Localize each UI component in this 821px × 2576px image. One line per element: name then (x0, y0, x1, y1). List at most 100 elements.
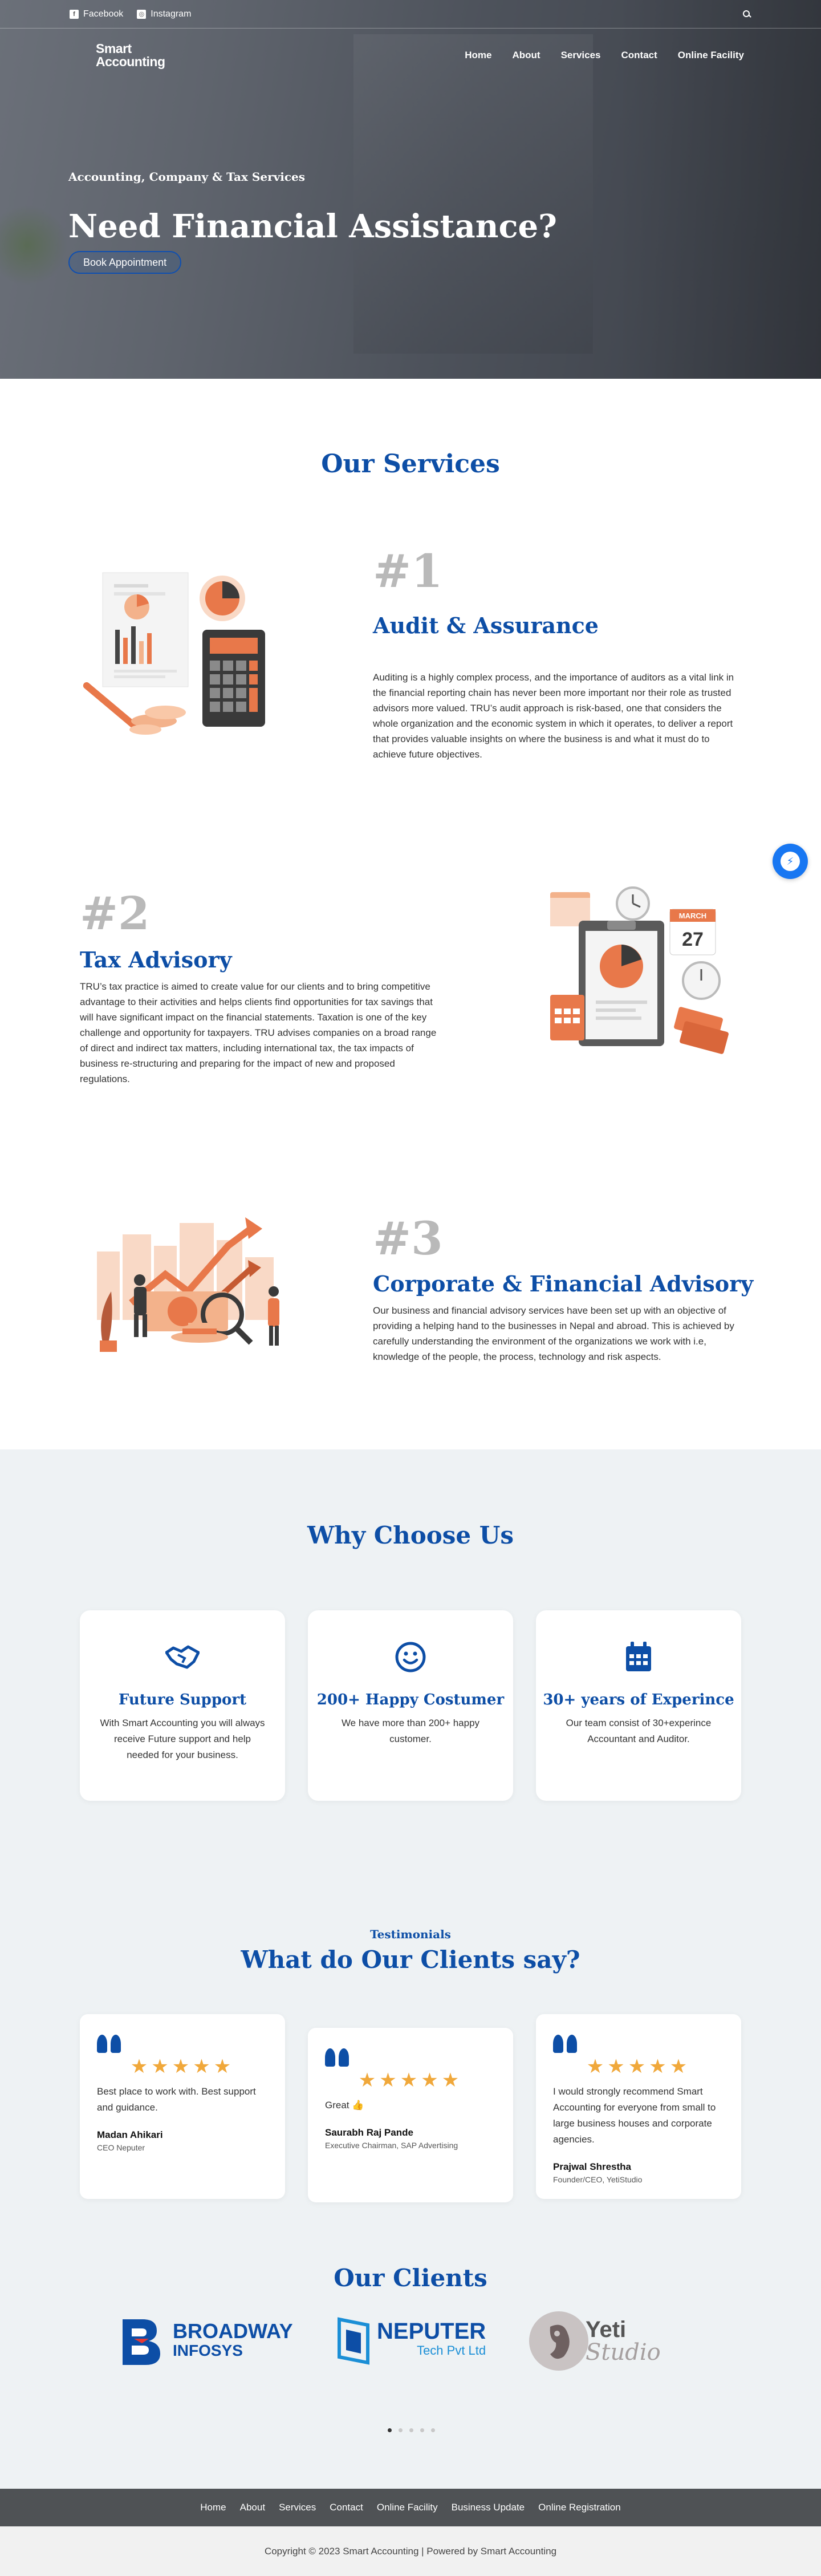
clients-title: Our Clients (334, 2264, 487, 2292)
hero-title: Need Financial Assistance? (68, 208, 557, 245)
carousel-dot[interactable] (431, 2428, 435, 2432)
main-nav: Smart Accounting Home About Services Con… (0, 41, 821, 70)
carousel-dot[interactable] (420, 2428, 424, 2432)
footer-link-business-update[interactable]: Business Update (452, 2502, 525, 2513)
service-number-1: #1 (373, 544, 443, 598)
footer-nav: Home About Services Contact Online Facil… (0, 2489, 821, 2526)
carousel-dot[interactable] (388, 2428, 392, 2432)
feature-card-customers: 200+ Happy Costumer We have more than 20… (308, 1610, 513, 1801)
service-title-3: Corporate & Financial Advisory (373, 1271, 754, 1297)
footer-link-home[interactable]: Home (200, 2502, 226, 2513)
service-number-3: #3 (373, 1212, 443, 1265)
testimonial-card: ★★★★★ Great 👍 Saurabh Raj Pande Executiv… (308, 2028, 513, 2202)
feature-title: 30+ years of Experince (543, 1691, 734, 1708)
site-logo[interactable]: Smart Accounting (96, 42, 165, 68)
service-title-2: Tax Advisory (80, 947, 232, 973)
logo-line-1: Smart (96, 41, 132, 56)
footer-link-about[interactable]: About (240, 2502, 265, 2513)
footer-copyright: Copyright © 2023 Smart Accounting | Powe… (0, 2526, 821, 2576)
service-title-1: Audit & Assurance (373, 613, 599, 638)
top-bar: f Facebook ◎ Instagram (0, 0, 821, 29)
smile-icon (393, 1640, 428, 1674)
facebook-label: Facebook (83, 9, 124, 19)
nav-item-online-facility[interactable]: Online Facility (678, 50, 744, 61)
service-text-3: Our business and financial advisory serv… (373, 1305, 734, 1362)
hero-background-plant (0, 205, 68, 285)
hero-background-shade (353, 34, 593, 354)
hero-section: f Facebook ◎ Instagram Smart Accounting … (0, 0, 821, 379)
testimonial-role: CEO Neputer (97, 2143, 145, 2152)
testimonial-quote: I would strongly recommend Smart Account… (553, 2086, 716, 2145)
calendar-icon (621, 1640, 656, 1674)
facebook-icon: f (70, 9, 79, 19)
yeti-suffix: Studio (586, 2339, 661, 2366)
feature-title: Future Support (118, 1691, 247, 1708)
carousel-dots (388, 2428, 435, 2432)
quote-icon (325, 2048, 350, 2067)
footer-link-online-registration[interactable]: Online Registration (538, 2502, 621, 2513)
broadway-logo-mark (123, 2319, 160, 2365)
testimonial-card: ★★★★★ I would strongly recommend Smart A… (536, 2014, 741, 2199)
footer-link-online-facility[interactable]: Online Facility (377, 2502, 438, 2513)
calendar-day: 27 (682, 929, 704, 950)
messenger-chat-button[interactable]: ⚡ (773, 844, 808, 879)
calendar-month: MARCH (679, 912, 706, 920)
nav-item-contact[interactable]: Contact (621, 50, 657, 61)
footer-link-services[interactable]: Services (279, 2502, 316, 2513)
testimonials-title: What do Our Clients say? (241, 1946, 580, 1974)
tax-illustration: MARCH 27 (550, 886, 729, 1054)
audit-illustration (83, 572, 265, 735)
neputer-logo-mark (338, 2317, 369, 2365)
testimonial-name: Saurabh Raj Pande (325, 2127, 413, 2138)
broadway-suffix: INFOSYS (173, 2342, 243, 2359)
feature-text: We have more than 200+ happy customer. (341, 1718, 480, 1744)
quote-icon (97, 2035, 122, 2053)
rating-stars: ★★★★★ (358, 2069, 463, 2091)
testimonials-eyebrow: Testimonials (370, 1927, 451, 1941)
hero-subtitle: Accounting, Company & Tax Services (68, 170, 305, 184)
testimonial-role: Executive Chairman, SAP Advertising (325, 2141, 458, 2150)
carousel-dot[interactable] (399, 2428, 403, 2432)
why-section: Why Choose Us Future Support With Smart … (0, 1449, 821, 2489)
advisory-illustration (97, 1217, 279, 1352)
feature-card-experience: 30+ years of Experince Our team consist … (536, 1610, 741, 1801)
client-logo-yeti-studio[interactable]: Yeti Studio (527, 2310, 698, 2372)
rating-stars: ★★★★★ (130, 2056, 235, 2077)
footer-link-contact[interactable]: Contact (330, 2502, 363, 2513)
neputer-name: NEPUTER (377, 2319, 486, 2344)
feature-text: With Smart Accounting you will always re… (100, 1718, 265, 1760)
search-icon[interactable] (742, 10, 751, 19)
service-text-2: TRU’s tax practice is aimed to create va… (80, 981, 437, 1084)
testimonial-name: Madan Ahikari (97, 2129, 163, 2140)
book-appointment-button[interactable]: Book Appointment (68, 251, 182, 274)
feature-text: Our team consist of 30+experince Account… (566, 1718, 712, 1744)
feature-card-support: Future Support With Smart Accounting you… (80, 1610, 285, 1801)
messenger-icon: ⚡ (781, 852, 800, 871)
nav-item-services[interactable]: Services (561, 50, 601, 61)
testimonial-name: Prajwal Shrestha (553, 2161, 632, 2172)
services-section: Our Services ⚡ #1 Audit & Assurance Audi… (0, 379, 821, 1449)
handshake-icon (165, 1640, 200, 1674)
carousel-dot[interactable] (409, 2428, 413, 2432)
testimonial-quote: Great 👍 (325, 2100, 364, 2111)
service-number-2: #2 (80, 886, 150, 940)
facebook-link[interactable]: f Facebook (70, 9, 123, 19)
testimonial-quote: Best place to work with. Best support an… (97, 2086, 256, 2113)
yeti-logo-mark (529, 2311, 588, 2371)
nav-item-about[interactable]: About (512, 50, 540, 61)
feature-title: 200+ Happy Costumer (316, 1691, 505, 1708)
testimonial-role: Founder/CEO, YetiStudio (553, 2175, 643, 2184)
client-logo-broadway[interactable]: BROADWAY INFOSYS (117, 2310, 305, 2372)
why-title: Why Choose Us (307, 1521, 514, 1549)
neputer-suffix: Tech Pvt Ltd (417, 2343, 486, 2358)
nav-item-home[interactable]: Home (465, 50, 491, 61)
instagram-icon: ◎ (137, 9, 147, 19)
instagram-link[interactable]: ◎ Instagram (137, 9, 191, 19)
instagram-label: Instagram (151, 9, 192, 19)
yeti-name: Yeti (586, 2317, 627, 2342)
quote-icon (553, 2035, 578, 2053)
nav-menu: Home About Services Contact Online Facil… (465, 50, 744, 61)
logo-line-2: Accounting (96, 54, 165, 69)
service-text-1: Auditing is a highly complex process, an… (373, 672, 734, 760)
client-logo-neputer[interactable]: NEPUTER Tech Pvt Ltd (334, 2310, 510, 2372)
